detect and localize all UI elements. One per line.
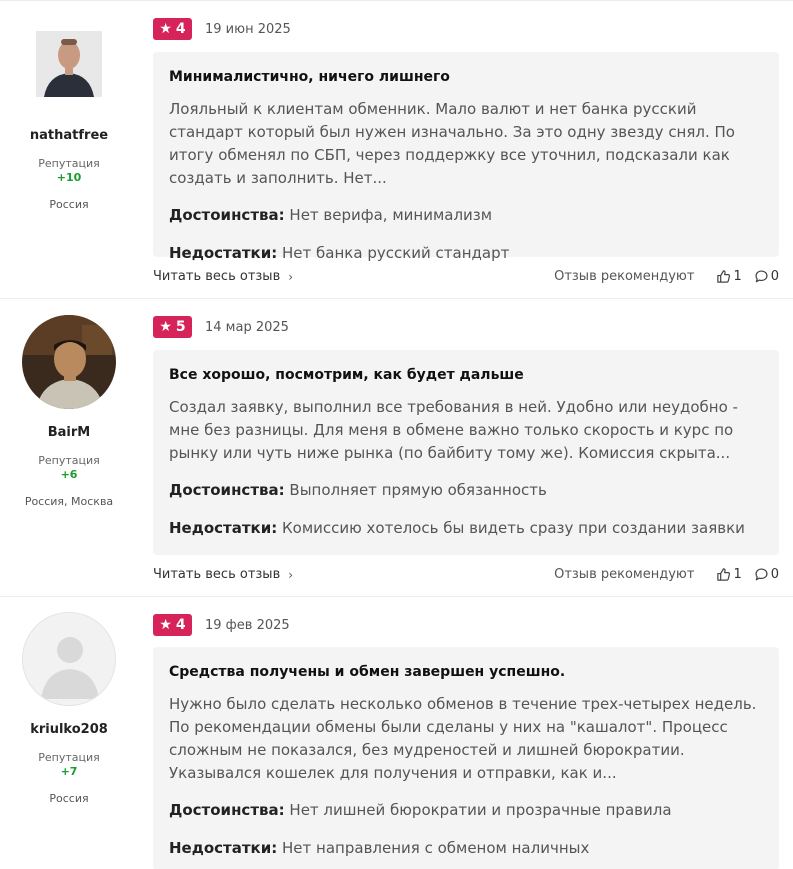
author-location: Россия [49,198,89,211]
author-name[interactable]: nathatfree [0,128,138,143]
author-location: Россия, Москва [24,495,114,508]
cons-label: Недостатки: [169,519,278,537]
comment-count: 0 [770,269,779,284]
reputation-value: +6 [60,468,78,481]
rating-badge: ★ 4 [153,18,192,40]
comment-icon [755,270,768,283]
author-name[interactable]: BairM [0,425,138,440]
review-pros: Достоинства: Выполняет прямую обязанност… [169,481,763,499]
review-date: 19 фев 2025 [205,617,290,633]
author-block: BairM Репутация +6 Россия, Москва [0,315,138,508]
review-card: Средства получены и обмен завершен успеш… [153,647,779,869]
reputation-label: Репутация [38,157,100,170]
avatar[interactable] [22,315,116,409]
author-block: nathatfree Репутация +10 Россия [0,31,138,211]
cons-text: Нет банка русский стандарт [282,244,510,262]
avatar[interactable] [36,31,102,97]
comment-button[interactable]: 0 [754,567,779,582]
review-card: Все хорошо, посмотрим, как будет дальше … [153,350,779,555]
review-cons: Недостатки: Нет банка русский стандарт [169,244,763,262]
comment-button[interactable]: 0 [754,269,779,284]
review-item: BairM Репутация +6 Россия, Москва ★ 5 14… [0,298,793,596]
review-date: 19 июн 2025 [205,21,291,37]
thumbs-up-icon [717,270,731,283]
cons-label: Недостатки: [169,839,278,857]
review-pros: Достоинства: Нет верифа, минимализм [169,206,763,224]
pros-label: Достоинства: [169,206,285,224]
rating-badge: ★ 5 [153,316,192,338]
read-more-link[interactable]: Читать весь отзыв › [153,269,293,284]
star-icon: ★ [159,319,172,335]
review-actions: Отзыв рекомендуют 1 0 [554,567,779,582]
review-text: Нужно было сделать несколько обменов в т… [169,695,757,782]
review-text: Лояльный к клиентам обменник. Мало валют… [169,100,735,187]
review-title[interactable]: Минималистично, ничего лишнего [169,69,763,85]
pros-label: Достоинства: [169,801,285,819]
pros-text: Нет лишней бюрократии и прозрачные прави… [289,801,672,819]
review-cons: Недостатки: Нет направления с обменом на… [169,839,763,857]
like-count: 1 [733,567,742,582]
reputation-value: +10 [56,171,82,184]
pros-text: Нет верифа, минимализм [289,206,493,224]
cons-text: Нет направления с обменом наличных [282,839,590,857]
read-more-label: Читать весь отзыв [153,269,281,284]
review-actions: Отзыв рекомендуют 1 0 [554,269,779,284]
rating-value: 5 [175,319,186,335]
star-icon: ★ [159,21,172,37]
cons-label: Недостатки: [169,244,278,262]
rating-value: 4 [175,21,186,37]
pros-label: Достоинства: [169,481,285,499]
reputation-label: Репутация [38,751,100,764]
read-more-label: Читать весь отзыв [153,567,281,582]
review-date: 14 мар 2025 [205,319,289,335]
review-cons: Недостатки: Комиссию хотелось бы видеть … [169,519,763,537]
thumbs-up-icon [717,568,731,581]
reputation-value: +7 [60,765,78,778]
star-icon: ★ [159,617,172,633]
review-text: Создал заявку, выполнил все требования в… [169,398,738,462]
review-meta: ★ 4 19 фев 2025 [153,614,290,636]
review-item: nathatfree Репутация +10 Россия ★ 4 19 и… [0,0,793,298]
read-more-link[interactable]: Читать весь отзыв › [153,567,293,582]
like-button[interactable]: 1 [716,567,742,582]
like-button[interactable]: 1 [716,269,742,284]
pros-text: Выполняет прямую обязанность [289,481,547,499]
rating-badge: ★ 4 [153,614,192,636]
author-location: Россия [49,792,89,805]
avatar[interactable] [22,612,116,706]
cons-text: Комиссию хотелось бы видеть сразу при со… [282,519,745,537]
chevron-right-icon: › [288,567,294,582]
rating-value: 4 [175,617,186,633]
reputation-label: Репутация [38,454,100,467]
review-footer: Читать весь отзыв › Отзыв рекомендуют 1 … [153,269,779,284]
review-meta: ★ 4 19 июн 2025 [153,18,291,40]
review-item: kriulko208 Репутация +7 Россия ★ 4 19 фе… [0,596,793,869]
review-title[interactable]: Все хорошо, посмотрим, как будет дальше [169,367,763,383]
chevron-right-icon: › [288,269,294,284]
author-block: kriulko208 Репутация +7 Россия [0,612,138,805]
comment-icon [755,568,768,581]
recommend-label: Отзыв рекомендуют [554,567,695,582]
recommend-label: Отзыв рекомендуют [554,269,695,284]
review-pros: Достоинства: Нет лишней бюрократии и про… [169,801,763,819]
review-meta: ★ 5 14 мар 2025 [153,316,289,338]
comment-count: 0 [770,567,779,582]
review-footer: Читать весь отзыв › Отзыв рекомендуют 1 … [153,567,779,582]
like-count: 1 [733,269,742,284]
review-card: Минималистично, ничего лишнего Лояльный … [153,52,779,262]
author-name[interactable]: kriulko208 [0,722,138,737]
review-title[interactable]: Средства получены и обмен завершен успеш… [169,664,763,680]
